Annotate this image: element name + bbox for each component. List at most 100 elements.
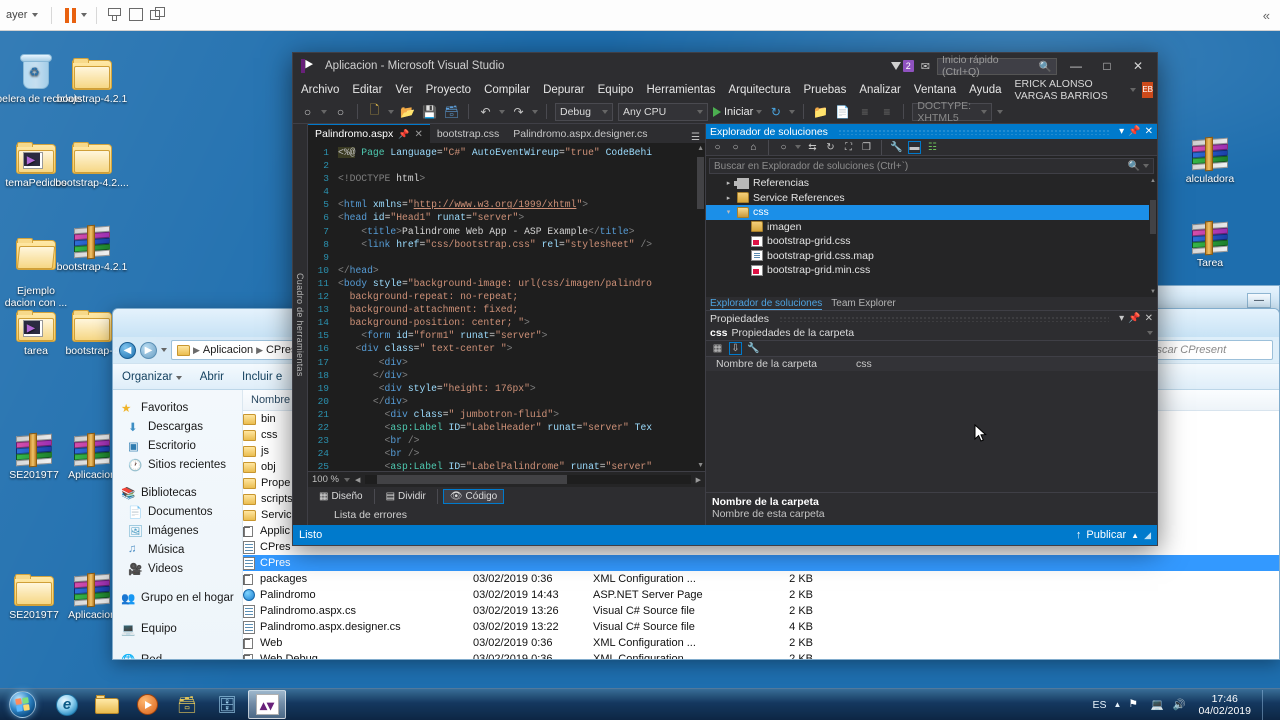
search-icon[interactable]: 🔍	[1128, 161, 1140, 172]
redo-icon[interactable]: ↷	[510, 104, 527, 120]
start-button[interactable]	[0, 690, 44, 720]
open-file-icon[interactable]: 📂	[399, 104, 416, 120]
menu-item-ver[interactable]: Ver	[395, 84, 412, 96]
pin-icon[interactable]: 📌	[398, 129, 409, 140]
desktop-icon[interactable]: bootstrap-4.2.1	[46, 212, 138, 273]
home-icon[interactable]: ⌂	[747, 141, 760, 154]
undo-icon[interactable]: ↶	[477, 104, 494, 120]
table-row[interactable]: Palindromo 03/02/2019 14:43 ASP.NET Server…	[243, 587, 1279, 603]
close-button[interactable]: ✕	[1126, 57, 1150, 75]
show-hidden-icons-chevron[interactable]: ▲	[1114, 700, 1122, 709]
sidebar-item-red[interactable]: 🌐Red	[121, 650, 242, 660]
chevron-down-icon[interactable]	[1143, 164, 1149, 168]
tree-node[interactable]: imagen	[706, 220, 1157, 235]
sidebar-item-grupo-hogar[interactable]: 👥 Grupo en el hogar	[121, 588, 242, 607]
tree-node[interactable]: bootstrap-grid.css.map	[706, 249, 1157, 264]
view-tab-dividir[interactable]: ▤ Dividir	[380, 490, 432, 503]
chevron-down-icon[interactable]	[388, 109, 394, 114]
browser-select-icon[interactable]: 📁	[812, 104, 829, 120]
panel-tab[interactable]: Explorador de soluciones	[710, 298, 823, 310]
editor-tab[interactable]: bootstrap.css	[430, 124, 506, 143]
desktop-icon[interactable]: bootstrap-4.2....	[46, 128, 138, 189]
sidebar-item-documentos[interactable]: 📄 Documentos	[121, 502, 242, 521]
visual-studio-window[interactable]: Aplicacion - Microsoft Visual Studio 2 ✉…	[292, 52, 1158, 546]
drag-handle[interactable]	[778, 315, 1110, 322]
collapse-all-icon[interactable]: ⛶	[842, 141, 855, 154]
chevron-down-icon[interactable]	[789, 109, 796, 114]
menu-item-ventana[interactable]: Ventana	[914, 84, 956, 96]
view-tab-diseño[interactable]: ▦ Diseño	[313, 490, 369, 503]
scroll-up-icon[interactable]: ▲	[1150, 178, 1156, 184]
save-all-icon[interactable]: 🗃	[443, 104, 460, 120]
tree-node[interactable]: bootstrap-grid.min.css	[706, 263, 1157, 278]
pin-icon[interactable]: 📌	[1128, 126, 1140, 137]
table-row[interactable]: packages 03/02/2019 0:36 XML Configuration…	[243, 571, 1279, 587]
taskbar-item-sql-tools[interactable]: 🗃	[168, 690, 206, 719]
capture-icon[interactable]	[106, 7, 123, 23]
taskbar-item-file-explorer[interactable]	[88, 690, 126, 719]
open-button[interactable]: Abrir	[200, 371, 224, 383]
toolbox-tab-strip[interactable]: Cuadro de herramientas	[293, 124, 308, 525]
property-row[interactable]: Nombre de la carpeta css	[706, 357, 1157, 371]
action-center-icon[interactable]: ⚑	[1128, 698, 1143, 712]
fullscreen-icon[interactable]	[128, 7, 145, 23]
solution-tree-scrollbar[interactable]: ▲ ▼	[1149, 176, 1157, 297]
solution-configuration-select[interactable]: Debug	[555, 102, 613, 121]
feedback-icon[interactable]: ✉	[921, 60, 930, 73]
scrollbar-thumb[interactable]	[697, 157, 704, 209]
minimize-button[interactable]: —	[1247, 292, 1271, 308]
network-icon[interactable]: 💻	[1150, 698, 1165, 712]
sidebar-item-sitios-recientes[interactable]: 🕐 Sitios recientes	[121, 455, 242, 474]
publish-icon[interactable]: ↑	[1076, 529, 1082, 541]
minimize-button[interactable]: —	[1064, 57, 1088, 75]
scroll-right-icon[interactable]: ▶	[696, 476, 701, 484]
properties-icon[interactable]: 🔧	[890, 141, 903, 154]
avatar[interactable]: EB	[1142, 81, 1153, 98]
breadcrumb-item[interactable]: Aplicacion	[203, 344, 253, 356]
editor-horizontal-scrollbar[interactable]	[365, 475, 691, 484]
taskbar-item-visual-studio[interactable]: ▴▾	[248, 690, 286, 719]
property-value[interactable]: css	[856, 358, 872, 370]
properties-grid[interactable]: Nombre de la carpeta css	[706, 357, 1157, 492]
solution-tree[interactable]: ▸ Referencias ▸ Service References ▾ css image…	[706, 176, 1157, 297]
pending-changes-icon[interactable]: ○	[777, 141, 790, 154]
clock[interactable]: 17:46 04/02/2019	[1194, 693, 1251, 717]
editor-vertical-scrollbar[interactable]: ▲ ▼	[696, 143, 705, 471]
close-icon[interactable]: ✕	[414, 129, 422, 140]
volume-icon[interactable]: 🔊	[1172, 698, 1187, 712]
sidebar-item-musica[interactable]: ♫ Música	[121, 540, 242, 559]
chevron-down-icon[interactable]	[343, 477, 350, 482]
tree-node[interactable]: ▸ Service References	[706, 191, 1157, 206]
alphabetical-view-icon[interactable]: ⇩	[729, 342, 742, 355]
table-row[interactable]: Web.Debug 03/02/2019 0:36 XML Configuratio…	[243, 651, 1279, 659]
error-list-tab[interactable]: Lista de errores	[308, 505, 705, 525]
maximize-button[interactable]: □	[1095, 57, 1119, 75]
desktop-icon[interactable]: bootstrap-4.2.1	[46, 44, 138, 105]
drag-handle[interactable]	[837, 128, 1110, 135]
tree-node[interactable]: ▾ css	[706, 205, 1157, 220]
desktop-icon[interactable]: alculadora	[1164, 124, 1256, 185]
menu-item-depurar[interactable]: Depurar	[543, 84, 585, 96]
show-all-files-icon[interactable]: ❐	[860, 141, 873, 154]
language-indicator[interactable]: ES	[1093, 699, 1107, 711]
table-row[interactable]: Web 03/02/2019 0:36 XML Configuration ... 2…	[243, 635, 1279, 651]
solution-explorer-header[interactable]: Explorador de soluciones ▾ 📌 ✕	[706, 124, 1157, 139]
chevron-down-icon[interactable]	[795, 145, 801, 149]
forward-button[interactable]: ▶	[140, 341, 157, 359]
pause-icon[interactable]	[65, 7, 77, 23]
sidebar-item-bibliotecas[interactable]: 📚 Bibliotecas	[121, 483, 242, 502]
sidebar-item-equipo[interactable]: 💻 Equipo	[121, 619, 242, 638]
pin-icon[interactable]: 📌	[1128, 313, 1140, 324]
scroll-left-icon[interactable]: ◀	[355, 476, 360, 484]
scroll-down-icon[interactable]: ▼	[697, 462, 704, 469]
code-text[interactable]: <%@ Page Language="C#" AutoEventWireup="…	[334, 143, 705, 471]
show-desktop-button[interactable]	[1262, 689, 1273, 720]
close-icon[interactable]: ✕	[1145, 126, 1153, 137]
close-icon[interactable]: ✕	[1145, 313, 1153, 324]
toolbar-overflow-icon[interactable]	[997, 109, 1004, 114]
solution-platform-select[interactable]: Any CPU	[618, 102, 708, 121]
navigate-backward-icon[interactable]: ○	[299, 104, 316, 120]
sidebar-item-videos[interactable]: 🎥 Videos	[121, 559, 242, 578]
tree-node[interactable]: ▸ Referencias	[706, 176, 1157, 191]
desktop-icon[interactable]: Tarea	[1164, 208, 1256, 269]
